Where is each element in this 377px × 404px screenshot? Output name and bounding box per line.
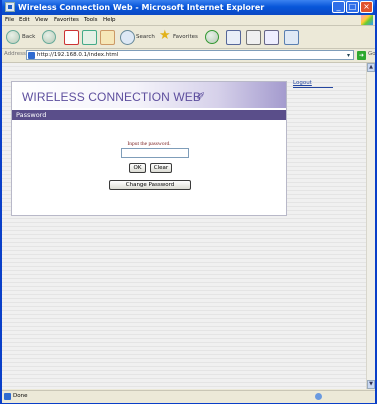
- close-button[interactable]: ×: [360, 1, 373, 13]
- go-arrow-icon[interactable]: ➜: [357, 51, 366, 60]
- back-arrow-icon[interactable]: [6, 30, 20, 44]
- favorites-label[interactable]: Favorites: [173, 34, 198, 40]
- scroll-down-icon[interactable]: ▼: [367, 380, 375, 389]
- banner: WIRELESS CONNECTION WEB ✐: [12, 82, 286, 108]
- internet-zone-icon: [315, 393, 322, 400]
- password-prompt: Input the password.: [127, 141, 171, 147]
- home-icon[interactable]: [100, 30, 115, 45]
- title-bar[interactable]: Wireless Connection Web - Microsoft Inte…: [2, 0, 375, 15]
- minimize-button[interactable]: _: [332, 1, 345, 13]
- maximize-button[interactable]: □: [346, 1, 359, 13]
- menu-favorites[interactable]: Favorites: [54, 16, 79, 24]
- change-password-button[interactable]: Change Password: [109, 180, 191, 190]
- menu-view[interactable]: View: [35, 16, 48, 24]
- search-icon[interactable]: [120, 30, 135, 45]
- menu-edit[interactable]: Edit: [19, 16, 30, 24]
- edit-icon[interactable]: [264, 30, 279, 45]
- window-title: Wireless Connection Web - Microsoft Inte…: [18, 3, 265, 12]
- page-icon: [28, 52, 35, 59]
- print-icon[interactable]: [246, 30, 261, 45]
- status-page-icon: [4, 393, 11, 400]
- windows-logo-icon: [361, 15, 373, 25]
- go-button[interactable]: Go: [368, 51, 376, 57]
- address-dropdown-icon[interactable]: ▾: [345, 52, 352, 59]
- ok-button[interactable]: OK: [129, 163, 146, 173]
- menu-file[interactable]: File: [5, 16, 14, 24]
- browser-window: Wireless Connection Web - Microsoft Inte…: [0, 0, 377, 404]
- history-icon[interactable]: [205, 30, 219, 44]
- scroll-up-icon[interactable]: ▲: [367, 63, 375, 72]
- section-bar: Password: [12, 110, 286, 120]
- stop-icon[interactable]: [64, 30, 79, 45]
- forward-arrow-icon[interactable]: [42, 30, 56, 44]
- banner-title: WIRELESS CONNECTION WEB: [22, 90, 201, 104]
- search-label[interactable]: Search: [136, 34, 155, 40]
- refresh-icon[interactable]: [82, 30, 97, 45]
- address-url[interactable]: http://192.168.0.1/index.html: [37, 52, 118, 59]
- status-text: Done: [13, 393, 28, 399]
- menu-tools[interactable]: Tools: [84, 16, 98, 24]
- back-label[interactable]: Back: [22, 34, 35, 40]
- login-panel: WIRELESS CONNECTION WEB ✐ Password Input…: [11, 81, 287, 216]
- page-content: WIRELESS CONNECTION WEB ✐ Password Input…: [2, 63, 366, 389]
- section-title: Password: [16, 111, 47, 119]
- address-input[interactable]: http://192.168.0.1/index.html ▾: [26, 50, 354, 60]
- address-label: Address: [4, 51, 26, 57]
- messenger-icon[interactable]: [284, 30, 299, 45]
- toolbar: Back Search ★ Favorites: [2, 26, 375, 49]
- pen-icon: ✐: [196, 90, 206, 103]
- mail-icon[interactable]: [226, 30, 241, 45]
- menu-bar: File Edit View Favorites Tools Help: [2, 15, 375, 26]
- menu-help[interactable]: Help: [103, 16, 116, 24]
- logout-link[interactable]: Logout: [293, 80, 312, 86]
- status-bar: Done: [2, 390, 375, 403]
- vertical-scrollbar[interactable]: ▲ ▼: [366, 63, 375, 389]
- clear-button[interactable]: Clear: [150, 163, 172, 173]
- ie-app-icon: [5, 2, 15, 12]
- favorites-star-icon[interactable]: ★: [159, 28, 171, 44]
- address-bar: Address http://192.168.0.1/index.html ▾ …: [2, 49, 376, 63]
- password-input[interactable]: [121, 148, 189, 158]
- logout-underline: [293, 87, 333, 88]
